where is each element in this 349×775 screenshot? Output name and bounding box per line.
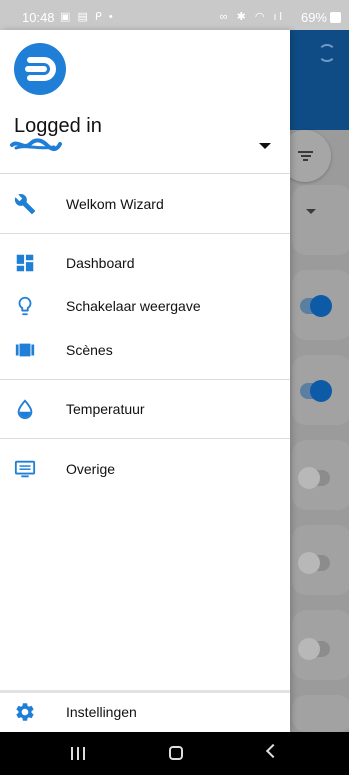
menu-item-label: Schakelaar weergave	[66, 298, 201, 314]
recent-apps-button[interactable]	[71, 747, 85, 760]
menu-item-label: Overige	[66, 461, 116, 477]
gear-icon	[16, 703, 34, 721]
menu-item-temperatuur[interactable]: Temperatuur	[0, 387, 290, 431]
background-card[interactable]	[292, 695, 349, 732]
menu-item-schakelaar-weergave[interactable]: Schakelaar weergave	[0, 284, 290, 328]
battery-level: 69%	[300, 10, 327, 25]
scenes-icon	[15, 343, 35, 357]
menu-item-welkom-wizard[interactable]: Welkom Wizard	[0, 182, 290, 226]
menu-item-dashboard[interactable]: Dashboard	[0, 241, 290, 285]
menu-item-label: Temperatuur	[66, 401, 145, 417]
menu-item-overige[interactable]: Overige	[0, 447, 290, 491]
account-title: Logged in	[14, 115, 102, 137]
dashboard-icon	[16, 254, 34, 272]
menu-item-label: Dashboard	[66, 255, 135, 271]
filter-icon	[298, 151, 313, 162]
menu-item-label: Scènes	[66, 342, 113, 358]
toggle-switch[interactable]	[300, 295, 332, 317]
menu-item-label: Instellingen	[66, 704, 137, 720]
menu-item-label: Welkom Wizard	[66, 196, 164, 212]
lightbulb-icon	[18, 296, 32, 316]
back-button[interactable]	[265, 743, 281, 759]
divider	[0, 233, 290, 234]
system-status-icons: ∞ ✱ ◠ ıl	[219, 11, 285, 23]
system-navigation-bar	[0, 732, 349, 775]
notification-icons: ▣ ▤ ᑭ •	[60, 11, 115, 23]
toggle-switch[interactable]	[300, 380, 332, 402]
status-time: 10:48	[22, 10, 55, 25]
status-bar: 10:48 ▣ ▤ ᑭ • ∞ ✱ ◠ ıl 69%	[0, 0, 349, 30]
sync-icon[interactable]	[318, 44, 336, 62]
background-app-header	[290, 30, 349, 130]
divider	[0, 438, 290, 439]
divider	[0, 173, 290, 174]
chevron-down-icon	[306, 209, 316, 214]
toggle-switch[interactable]	[298, 552, 330, 574]
redacted-account-name	[10, 138, 62, 152]
water-drop-icon	[17, 399, 33, 420]
wrench-icon	[14, 194, 36, 215]
toggle-switch[interactable]	[298, 638, 330, 660]
home-button[interactable]	[169, 746, 183, 760]
background-card[interactable]	[292, 185, 349, 255]
battery-icon	[330, 12, 341, 23]
toggle-switch[interactable]	[298, 467, 330, 489]
monitor-icon	[14, 460, 36, 478]
app-logo	[14, 43, 66, 95]
account-dropdown-arrow[interactable]	[259, 143, 271, 149]
navigation-drawer: Logged in Welkom Wizard Dashboard Schake…	[0, 30, 290, 732]
divider	[0, 379, 290, 380]
menu-item-instellingen[interactable]: Instellingen	[0, 691, 290, 735]
menu-item-scenes[interactable]: Scènes	[0, 328, 290, 372]
